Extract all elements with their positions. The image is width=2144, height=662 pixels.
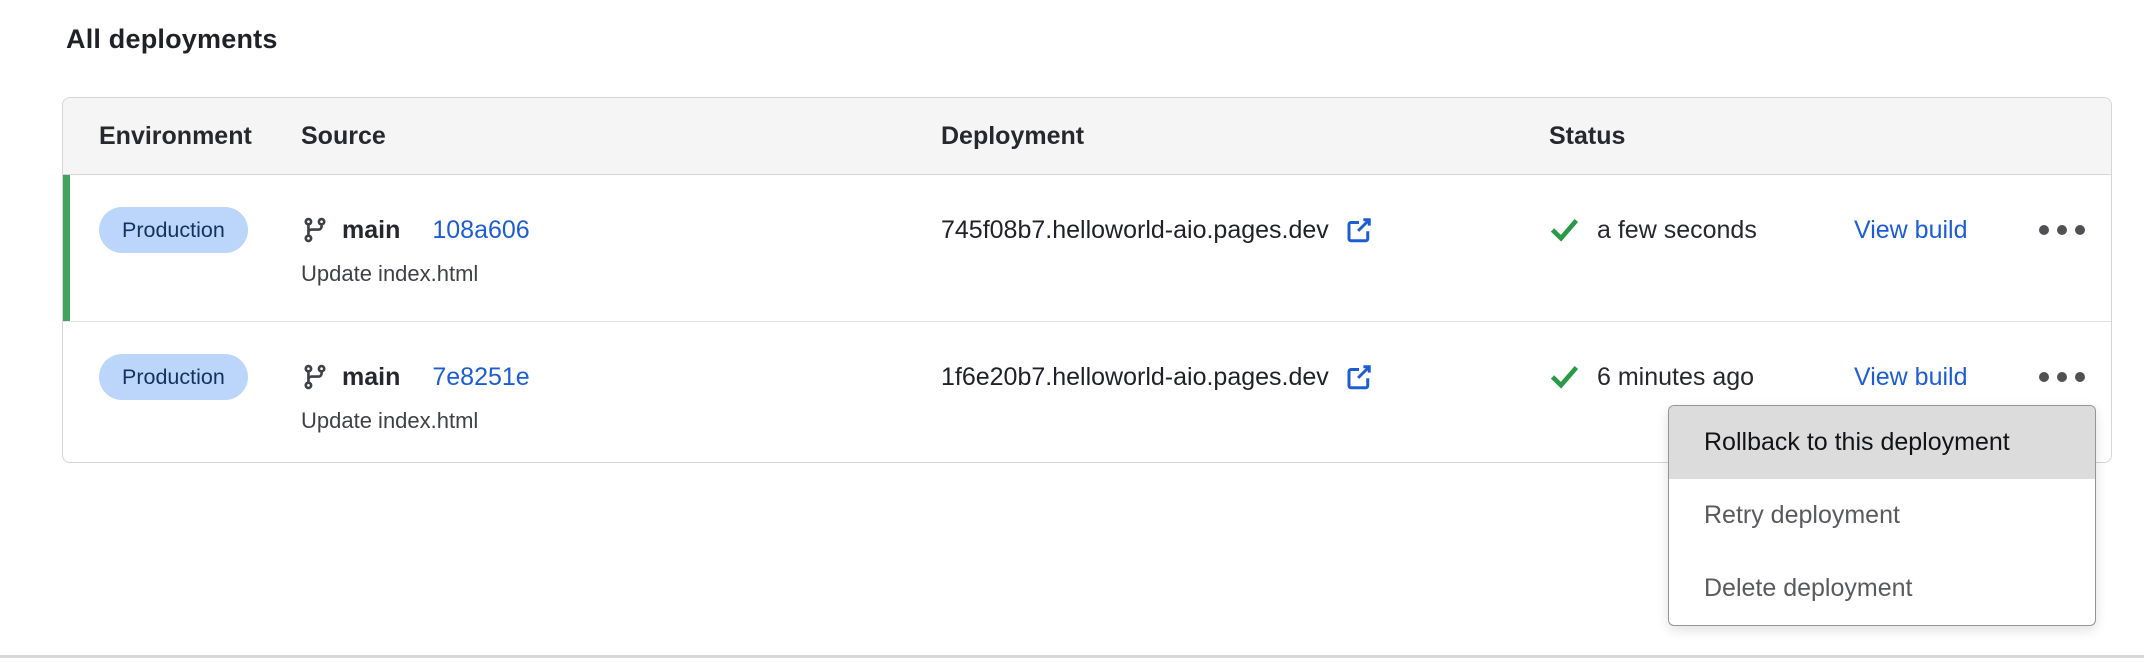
branch-name: main [342, 363, 400, 392]
column-header-environment: Environment [63, 122, 301, 151]
check-icon [1549, 362, 1580, 393]
deployments-page: All deployments Environment Source Deplo… [0, 0, 2144, 662]
external-link-icon[interactable] [1344, 215, 1374, 245]
commit-message: Update index.html [301, 261, 941, 287]
git-branch-icon [301, 363, 329, 391]
column-header-deployment: Deployment [941, 122, 1549, 151]
page-title: All deployments [66, 24, 278, 55]
commit-link[interactable]: 108a606 [432, 216, 529, 245]
view-build-link[interactable]: View build [1854, 216, 1968, 245]
view-build-link[interactable]: View build [1854, 363, 1968, 392]
column-header-status: Status [1549, 122, 1854, 151]
commit-message: Update index.html [301, 408, 941, 434]
git-branch-icon [301, 216, 329, 244]
page-bottom-divider [0, 655, 2144, 658]
ellipsis-icon[interactable] [2031, 217, 2093, 243]
status-time: 6 minutes ago [1597, 363, 1754, 392]
column-header-source: Source [301, 122, 941, 151]
status-time: a few seconds [1597, 216, 1757, 245]
external-link-icon[interactable] [1344, 362, 1374, 392]
deployment-url: 1f6e20b7.helloworld-aio.pages.dev [941, 363, 1329, 392]
environment-badge: Production [99, 207, 248, 253]
deployment-row-current: Production main 108a606 Update index.htm… [63, 175, 2111, 321]
commit-link[interactable]: 7e8251e [432, 363, 529, 392]
branch-name: main [342, 216, 400, 245]
table-header: Environment Source Deployment Status [63, 98, 2111, 175]
menu-item-retry[interactable]: Retry deployment [1669, 479, 2095, 552]
check-icon [1549, 215, 1580, 246]
ellipsis-icon[interactable] [2031, 364, 2093, 390]
deployment-actions-menu: Rollback to this deployment Retry deploy… [1668, 405, 2096, 626]
menu-item-delete[interactable]: Delete deployment [1669, 552, 2095, 625]
environment-badge: Production [99, 354, 248, 400]
deployment-url: 745f08b7.helloworld-aio.pages.dev [941, 216, 1329, 245]
menu-item-rollback[interactable]: Rollback to this deployment [1669, 406, 2095, 479]
